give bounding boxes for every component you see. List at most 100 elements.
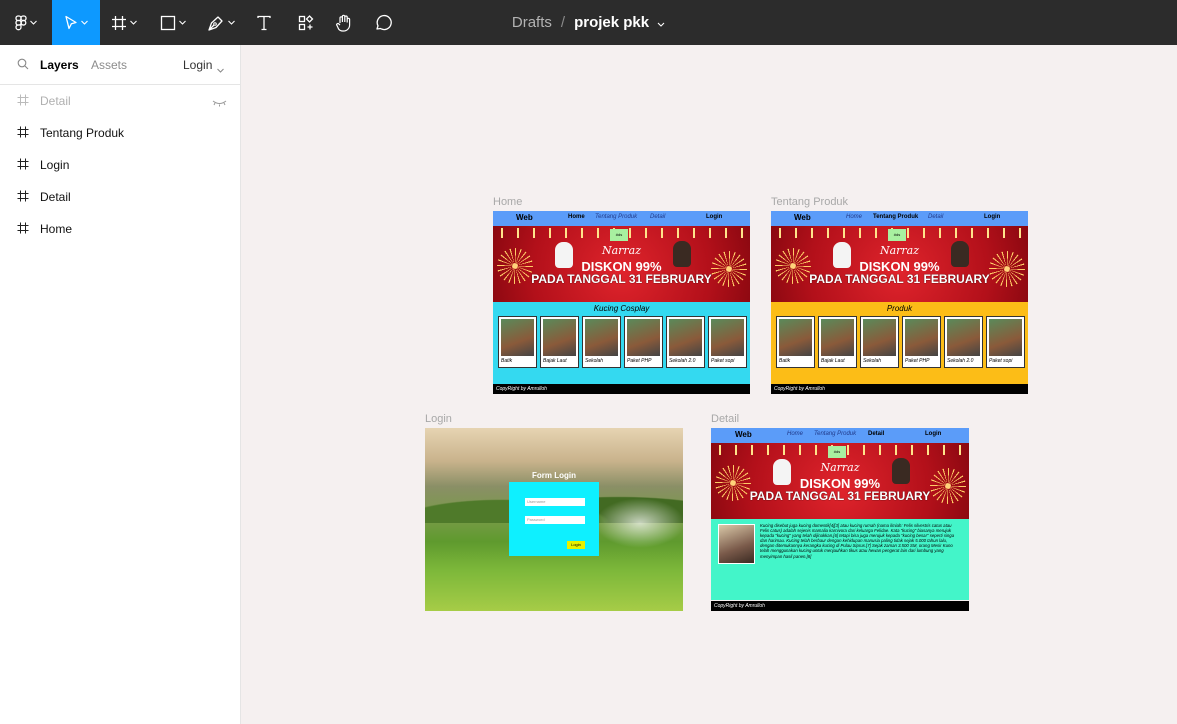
nav-login: Login (925, 431, 942, 437)
site-brand: Web (794, 213, 811, 222)
frame-icon (17, 158, 29, 173)
nav-detail: Detail (928, 214, 944, 220)
banner-badge: #ds (610, 229, 628, 241)
banner-script-text: Narraz (601, 244, 642, 257)
banner-subheadline: PADA TANGGAL 31 FEBRUARY (531, 272, 712, 286)
product-label: Paket PHP (905, 358, 930, 364)
frame-label-home[interactable]: Home (493, 196, 522, 208)
product-label: Sekolah 2.0 (669, 358, 696, 364)
product-image (947, 319, 980, 356)
frame-home[interactable]: Web Home Tentang Produk Detail Login #ds… (493, 211, 750, 394)
site-footer: CopyRight by Amrulloh (711, 601, 969, 611)
login-form-title: Form Login (532, 471, 576, 480)
product-image (718, 524, 755, 564)
nav-tentang: Tentang Produk (814, 431, 857, 437)
product-card: Batik (498, 316, 537, 368)
tab-layers[interactable]: Layers (40, 58, 79, 72)
product-card: Paket sopi (986, 316, 1025, 368)
path-separator: / (560, 14, 566, 31)
layer-item-tentang-produk[interactable]: Tentang Produk (0, 117, 240, 149)
site-footer: CopyRight by Amrulloh (771, 384, 1028, 394)
nav-tentang: Tentang Produk (595, 214, 638, 220)
frame-label-tentang[interactable]: Tentang Produk (771, 196, 848, 208)
login-submit-button: Login (567, 541, 585, 549)
site-navbar: Web Home Tentang Produk Detail Login (493, 211, 750, 226)
product-card: Paket PHP (902, 316, 941, 368)
chevron-down-icon[interactable] (217, 62, 224, 76)
product-label: Paket sopi (711, 358, 735, 364)
layer-item-detail[interactable]: Detail (0, 181, 240, 213)
nav-home: Home (846, 214, 863, 220)
product-image (669, 319, 702, 356)
layers-sidebar: Layers Assets Login Detail Tentang Produ… (0, 45, 241, 724)
design-canvas[interactable]: Home Web Home Tentang Produk Detail Logi… (241, 45, 1177, 724)
frame-login[interactable]: Form Login Username Password Login (425, 428, 683, 611)
product-card: Batik (776, 316, 815, 368)
eye-closed-icon[interactable] (212, 96, 227, 110)
product-image (779, 319, 812, 356)
chevron-down-icon[interactable] (657, 14, 665, 31)
frame-label-login[interactable]: Login (425, 413, 452, 425)
page-selector[interactable]: Login (183, 58, 212, 72)
login-form-box: Form Login Username Password Login (509, 471, 599, 556)
drafts-link[interactable]: Drafts (512, 14, 552, 31)
layer-name: Login (40, 158, 70, 172)
product-card: Sekolah (582, 316, 621, 368)
frame-detail[interactable]: Web Home Tentang Produk Detail Login #ds… (711, 428, 969, 611)
frame-icon (17, 94, 29, 109)
toolbar: Drafts / projek pkk (0, 0, 1177, 45)
layer-name: Tentang Produk (40, 126, 125, 140)
nav-detail: Detail (650, 214, 666, 220)
product-label: Batik (501, 358, 513, 364)
product-card: Sekolah 2.0 (666, 316, 705, 368)
nav-detail: Detail (868, 431, 885, 437)
tab-assets[interactable]: Assets (91, 58, 127, 72)
product-image (905, 319, 938, 356)
product-image (501, 319, 534, 356)
nav-login: Login (706, 214, 723, 220)
sidebar-tabs: Layers Assets Login (0, 45, 240, 85)
username-field: Username (525, 498, 585, 506)
nav-tentang: Tentang Produk (873, 214, 919, 220)
search-icon[interactable] (17, 58, 29, 73)
frame-icon (17, 126, 29, 141)
nav-home: Home (568, 214, 585, 220)
product-image (863, 319, 896, 356)
product-card: Paket sopi (708, 316, 747, 368)
footer-text: CopyRight by Amrulloh (774, 386, 825, 392)
product-section: Produk Batik Bajak Laut Sekolah Paket PH… (771, 302, 1028, 384)
banner-subheadline: PADA TANGGAL 31 FEBRUARY (809, 272, 990, 286)
footer-text: CopyRight by Amrulloh (714, 603, 765, 609)
layer-name: Home (40, 222, 73, 236)
product-card: Bajak Laut (818, 316, 857, 368)
product-image (627, 319, 660, 356)
product-section: Kucing Cosplay Batik Bajak Laut Sekolah … (493, 302, 750, 384)
nav-login: Login (984, 214, 1001, 220)
layer-name: Detail (40, 190, 71, 204)
product-image (585, 319, 618, 356)
layer-item-detail-hidden[interactable]: Detail (0, 85, 240, 117)
banner-script-text: Narraz (879, 244, 920, 257)
product-label: Batik (779, 358, 791, 364)
promo-banner: #ds Narraz DISKON 99% PADA TANGGAL 31 FE… (493, 226, 750, 302)
product-label: Sekolah (585, 358, 604, 364)
mist-graphic (595, 498, 683, 548)
banner-script-text: Narraz (820, 461, 860, 474)
product-card: Bajak Laut (540, 316, 579, 368)
frame-label-detail[interactable]: Detail (711, 413, 739, 425)
site-footer: CopyRight by Amrulloh (493, 384, 750, 394)
banner-subheadline: PADA TANGGAL 31 FEBRUARY (749, 489, 931, 503)
document-title[interactable]: Drafts / projek pkk (0, 0, 1177, 45)
product-image (711, 319, 744, 356)
product-label: Sekolah 2.0 (947, 358, 974, 364)
layer-name: Detail (40, 94, 71, 108)
layer-item-home[interactable]: Home (0, 213, 240, 245)
section-title: Produk (886, 304, 913, 313)
layer-item-login[interactable]: Login (0, 149, 240, 181)
frame-tentang-produk[interactable]: Web Home Tentang Produk Detail Login #ds… (771, 211, 1028, 394)
product-image (543, 319, 576, 356)
site-navbar: Web Home Tentang Produk Detail Login (711, 428, 969, 443)
promo-banner: #ds Narraz DISKON 99% PADA TANGGAL 31 FE… (711, 443, 969, 519)
frame-icon (17, 190, 29, 205)
document-name[interactable]: projek pkk (574, 14, 649, 31)
